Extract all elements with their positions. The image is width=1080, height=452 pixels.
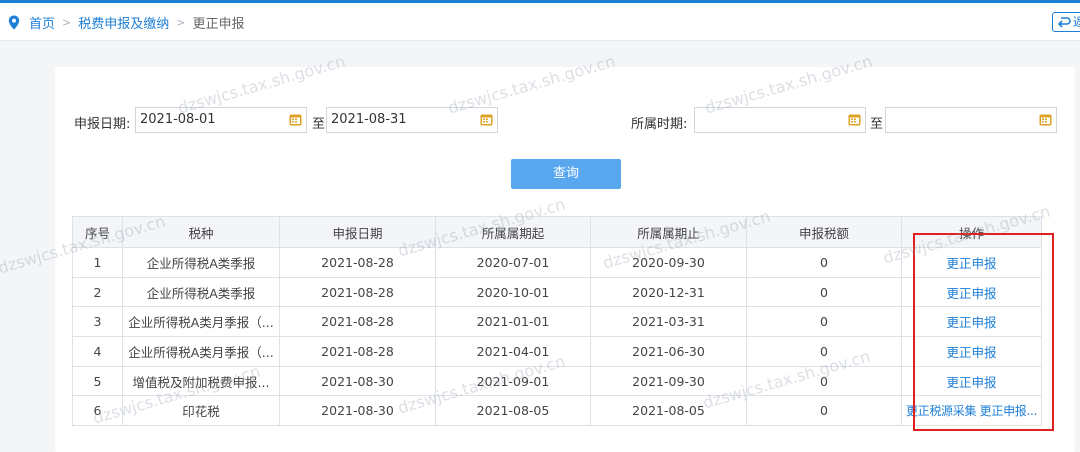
cell-index: 3 — [72, 306, 123, 338]
column-header-actions: 操作 — [901, 216, 1042, 248]
breadcrumb-tax-declaration[interactable]: 税费申报及缴纳 — [78, 13, 169, 32]
query-button[interactable]: 查询 — [511, 159, 621, 189]
declare-date-from-value: 2021-08-01 — [140, 112, 216, 127]
breadcrumb-current: 更正申报 — [192, 17, 245, 32]
cell-tax-amount: 0 — [746, 306, 902, 338]
cell-period-start: 2021-08-05 — [435, 395, 591, 427]
correct-declaration-link[interactable]: 更正申报 — [946, 375, 996, 390]
column-header-period-start: 所属属期起 — [435, 216, 591, 248]
cell-tax-type: 增值税及附加税费申报... — [122, 365, 280, 397]
cell-declare-date: 2021-08-28 — [279, 336, 436, 367]
cell-period-start: 2021-09-01 — [435, 365, 591, 397]
cell-declare-date: 2021-08-28 — [279, 276, 436, 308]
column-header-tax-type: 税种 — [122, 216, 280, 248]
cell-period-start: 2020-10-01 — [435, 276, 591, 308]
cell-period-end: 2021-08-05 — [590, 395, 747, 427]
cell-actions: 更正申报 — [901, 365, 1042, 397]
cell-tax-amount: 0 — [746, 276, 902, 308]
cell-tax-type: 印花税 — [122, 395, 280, 427]
cell-actions: 更正税源采集 更正申报... — [901, 395, 1042, 427]
cell-period-end: 2021-09-30 — [590, 365, 747, 397]
cell-period-start: 2020-07-01 — [435, 247, 591, 278]
cell-tax-amount: 0 — [746, 336, 902, 367]
cell-tax-type: 企业所得税A类季报 — [122, 276, 280, 308]
breadcrumb-bar: 首页 > 税费申报及缴纳 > 更正申报 返 — [0, 3, 1080, 41]
cell-declare-date: 2021-08-28 — [279, 306, 436, 338]
cell-tax-type: 企业所得税A类月季报（... — [122, 306, 280, 338]
table-row: 6 印花税 2021-08-30 2021-08-05 2021-08-05 0… — [72, 395, 1042, 427]
cell-period-end: 2021-03-31 — [590, 306, 747, 338]
table-row: 3 企业所得税A类月季报（... 2021-08-28 2021-01-01 2… — [72, 306, 1042, 338]
period-to-input[interactable] — [885, 107, 1057, 133]
cell-tax-amount: 0 — [746, 365, 902, 397]
column-header-period-end: 所属属期止 — [590, 216, 747, 248]
date-range-to-label: 至 — [312, 117, 326, 132]
cell-period-end: 2021-06-30 — [590, 336, 747, 367]
column-header-declare-date: 申报日期 — [279, 216, 436, 248]
table-row: 4 企业所得税A类月季报（... 2021-08-28 2021-04-01 2… — [72, 336, 1042, 367]
period-label: 所属时期: — [631, 117, 688, 132]
chevron-right-icon: > — [62, 16, 72, 29]
calendar-icon[interactable] — [848, 113, 861, 126]
breadcrumb: 首页 > 税费申报及缴纳 > 更正申报 — [8, 13, 244, 32]
declare-date-to-value: 2021-08-31 — [331, 112, 407, 127]
cell-period-end: 2020-09-30 — [590, 247, 747, 278]
chevron-right-icon: > — [176, 16, 186, 29]
period-to-label: 至 — [870, 117, 884, 132]
cell-tax-amount: 0 — [746, 247, 902, 278]
cell-actions: 更正申报 — [901, 306, 1042, 338]
cell-period-start: 2021-04-01 — [435, 336, 591, 367]
back-arrow-icon — [1057, 17, 1071, 28]
calendar-icon[interactable] — [480, 113, 493, 126]
declare-date-label: 申报日期: — [74, 117, 131, 132]
breadcrumb-home[interactable]: 首页 — [29, 13, 55, 32]
correct-declaration-link[interactable]: 更正申报... — [980, 404, 1038, 418]
correct-declaration-link[interactable]: 更正申报 — [946, 315, 996, 330]
cell-period-start: 2021-01-01 — [435, 306, 591, 338]
cell-tax-type: 企业所得税A类月季报（... — [122, 336, 280, 367]
calendar-icon[interactable] — [289, 113, 302, 126]
column-header-index: 序号 — [72, 216, 123, 248]
declare-date-from-input[interactable]: 2021-08-01 — [135, 107, 307, 133]
table-header-row: 序号 税种 申报日期 所属属期起 所属属期止 申报税额 操作 — [72, 216, 1042, 248]
back-button-label: 返 — [1073, 13, 1080, 31]
declaration-table: 序号 税种 申报日期 所属属期起 所属属期止 申报税额 操作 1 企业所得税A类… — [72, 216, 1042, 427]
location-pin-icon — [8, 15, 20, 30]
period-from-input[interactable] — [694, 107, 866, 133]
column-header-tax-amount: 申报税额 — [746, 216, 902, 248]
cell-declare-date: 2021-08-30 — [279, 395, 436, 427]
table-row: 1 企业所得税A类季报 2021-08-28 2020-07-01 2020-0… — [72, 247, 1042, 278]
calendar-icon[interactable] — [1039, 113, 1052, 126]
cell-index: 1 — [72, 247, 123, 278]
correct-tax-source-link[interactable]: 更正税源采集 — [906, 404, 977, 418]
correct-declaration-link[interactable]: 更正申报 — [946, 256, 996, 271]
cell-declare-date: 2021-08-28 — [279, 247, 436, 278]
back-button[interactable]: 返 — [1052, 12, 1080, 32]
table-row: 2 企业所得税A类季报 2021-08-28 2020-10-01 2020-1… — [72, 276, 1042, 308]
cell-period-end: 2020-12-31 — [590, 276, 747, 308]
cell-actions: 更正申报 — [901, 336, 1042, 367]
declare-date-to-input[interactable]: 2021-08-31 — [326, 107, 498, 133]
cell-index: 6 — [72, 395, 123, 427]
cell-declare-date: 2021-08-30 — [279, 365, 436, 397]
cell-actions: 更正申报 — [901, 247, 1042, 278]
correct-declaration-link[interactable]: 更正申报 — [946, 345, 996, 360]
cell-actions: 更正申报 — [901, 276, 1042, 308]
cell-index: 5 — [72, 365, 123, 397]
cell-tax-amount: 0 — [746, 395, 902, 427]
cell-index: 4 — [72, 336, 123, 367]
table-row: 5 增值税及附加税费申报... 2021-08-30 2021-09-01 20… — [72, 365, 1042, 397]
correct-declaration-link[interactable]: 更正申报 — [946, 286, 996, 301]
cell-index: 2 — [72, 276, 123, 308]
cell-tax-type: 企业所得税A类季报 — [122, 247, 280, 278]
